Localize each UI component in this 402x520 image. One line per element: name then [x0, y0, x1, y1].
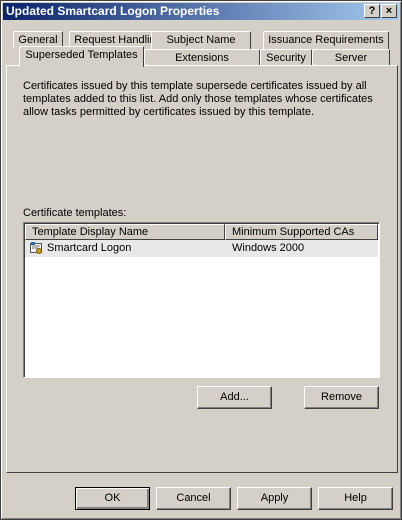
column-header-template-name[interactable]: Template Display Name [25, 224, 225, 240]
apply-button[interactable]: Apply [237, 487, 312, 510]
minimum-ca-cell: Windows 2000 [232, 242, 305, 254]
tab-issuance-requirements[interactable]: Issuance Requirements [263, 31, 389, 49]
title-bar[interactable]: Updated Smartcard Logon Properties ? × [3, 3, 399, 20]
certificate-templates-list[interactable]: Template Display Name Minimum Supported … [23, 222, 380, 378]
tab-superseded-templates[interactable]: Superseded Templates [19, 46, 144, 67]
certificate-template-icon [30, 242, 43, 255]
remove-button[interactable]: Remove [304, 386, 379, 409]
column-header-minimum-cas[interactable]: Minimum Supported CAs [225, 224, 378, 240]
certificate-templates-label: Certificate templates: [23, 207, 127, 219]
add-button[interactable]: Add... [197, 386, 272, 409]
table-row[interactable]: Smartcard Logon Windows 2000 [25, 240, 378, 257]
help-button[interactable]: Help [318, 487, 393, 510]
template-name-cell: Smartcard Logon [47, 242, 132, 254]
window-title: Updated Smartcard Logon Properties [6, 4, 220, 18]
cancel-button[interactable]: Cancel [156, 487, 231, 510]
properties-dialog: Updated Smartcard Logon Properties ? × G… [0, 0, 402, 520]
help-title-button[interactable]: ? [364, 4, 380, 18]
ok-button[interactable]: OK [75, 487, 150, 510]
tab-subject-name[interactable]: Subject Name [151, 31, 251, 49]
panel-description: Certificates issued by this template sup… [23, 80, 373, 118]
close-button[interactable]: × [381, 4, 397, 18]
